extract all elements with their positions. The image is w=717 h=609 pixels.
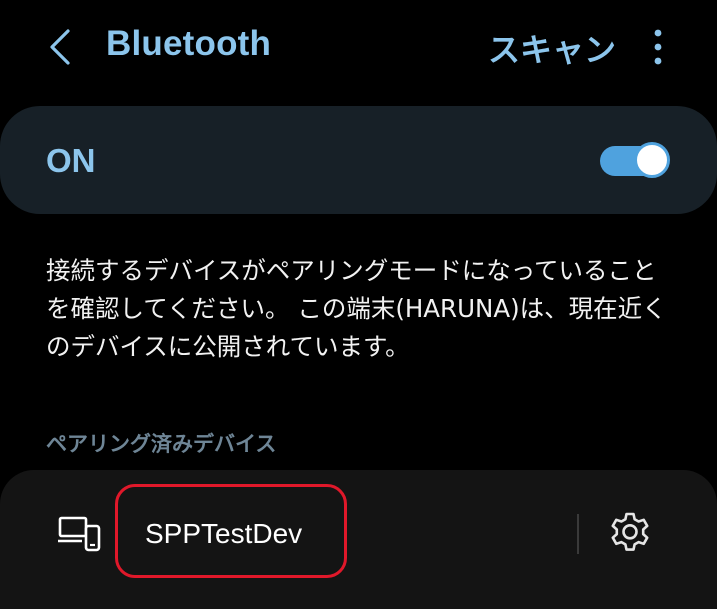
app-bar: Bluetooth スキャン bbox=[0, 0, 717, 92]
devices-icon bbox=[58, 516, 101, 552]
paired-devices-header: ペアリング済みデバイス bbox=[46, 432, 277, 456]
bluetooth-switch[interactable] bbox=[600, 142, 670, 180]
description-line: を確認してください。 この端末(HARUNA)は、現在近く bbox=[46, 294, 667, 323]
scan-button[interactable]: スキャン bbox=[488, 25, 616, 71]
back-button[interactable] bbox=[38, 22, 82, 72]
switch-knob bbox=[634, 142, 670, 178]
gear-icon bbox=[611, 512, 649, 551]
device-name-highlight[interactable]: SPPTestDev bbox=[115, 484, 347, 578]
description-line: のデバイスに公開されています。 bbox=[46, 332, 410, 361]
page-title: Bluetooth bbox=[106, 24, 272, 63]
description-line: 接続するデバイスがペアリングモードになっていること bbox=[46, 256, 657, 285]
more-options-button[interactable] bbox=[640, 24, 676, 70]
chevron-left-icon bbox=[50, 29, 70, 65]
device-settings-button[interactable] bbox=[605, 508, 655, 558]
bluetooth-toggle-card[interactable]: ON bbox=[0, 106, 717, 214]
device-name: SPPTestDev bbox=[145, 518, 303, 549]
bluetooth-status-label: ON bbox=[46, 142, 96, 179]
bluetooth-settings-screen: Bluetooth スキャン ON 接続するデバイスがペアリングモードになってい… bbox=[0, 0, 717, 609]
vertical-divider bbox=[577, 514, 579, 554]
paired-device-item[interactable]: SPPTestDev bbox=[0, 470, 717, 609]
visibility-description: 接続するデバイスがペアリングモードになっていること を確認してください。 この端… bbox=[46, 252, 686, 366]
more-vertical-icon bbox=[654, 29, 662, 65]
